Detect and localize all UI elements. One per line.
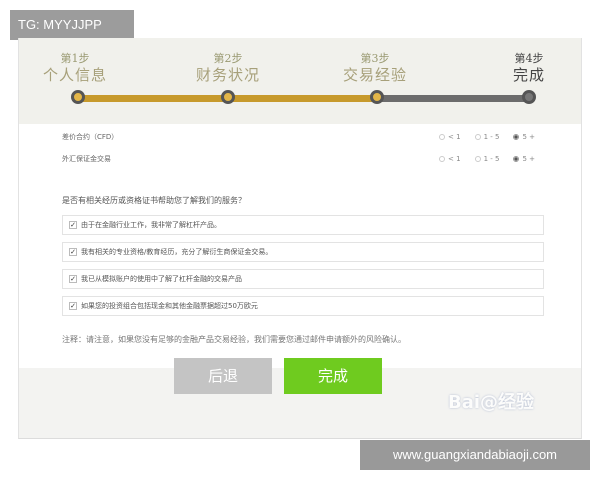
checkbox-portfolio-value[interactable]: ✓ 如果您的投资组合包括现金和其他金融票据超过50万欧元 [62, 296, 544, 316]
step-1-marker [71, 90, 85, 104]
step-1: 第1步 个人信息 [15, 52, 135, 85]
step-1-number: 第1步 [60, 52, 90, 65]
checkbox-checked-icon[interactable]: ✓ [69, 302, 77, 310]
qualification-question: 是否有相关经历或资格证书帮助您了解我们的服务？ [62, 196, 246, 205]
watermark-tag: TG: MYYJJPP [10, 10, 134, 40]
step-3-marker [370, 90, 384, 104]
finish-button[interactable]: 完成 [284, 358, 382, 394]
checkbox-finance-industry[interactable]: ✓ 由于在金融行业工作，我非常了解杠杆产品。 [62, 215, 544, 235]
cfd-option-1-5[interactable]: 1 - 5 [474, 133, 500, 141]
option-label: < 1 [448, 155, 461, 163]
radio-icon[interactable] [439, 134, 446, 140]
radio-icon[interactable] [439, 156, 446, 162]
radio-icon[interactable] [474, 134, 481, 140]
step-1-name: 个人信息 [42, 66, 107, 84]
cfd-option-5plus[interactable]: 5 + [513, 133, 535, 141]
risk-note: 注释：请注意，如果您没有足够的金融产品交易经验，我们需要您通过邮件申请额外的风险… [62, 335, 406, 344]
checkbox-demo-account[interactable]: ✓ 我已从模拟账户的使用中了解了杠杆金融的交易产品 [62, 269, 544, 289]
step-2-marker [221, 90, 235, 104]
option-label: 5 + [522, 133, 535, 141]
cfd-experience-options: < 1 1 - 5 5 + [439, 133, 535, 141]
checkbox-checked-icon[interactable]: ✓ [69, 275, 77, 283]
progress-track-remaining [378, 95, 530, 102]
option-label: < 1 [448, 133, 461, 141]
checkbox-label: 我有相关的专业资格/教育经历，充分了解衍生商保证金交易。 [81, 248, 273, 256]
step-4: 第4步 完成 [469, 52, 589, 85]
checkbox-professional-qualification[interactable]: ✓ 我有相关的专业资格/教育经历，充分了解衍生商保证金交易。 [62, 242, 544, 262]
checkbox-checked-icon[interactable]: ✓ [69, 221, 77, 229]
forex-option-5plus[interactable]: 5 + [513, 155, 535, 163]
step-3-name: 交易经验 [342, 66, 407, 84]
step-4-marker [522, 90, 536, 104]
step-4-name: 完成 [512, 66, 545, 84]
checkbox-checked-icon[interactable]: ✓ [69, 248, 77, 256]
forex-experience-label: 外汇保证金交易 [62, 155, 111, 163]
baidu-watermark-logo: Bai@经验 [448, 392, 535, 413]
back-button[interactable]: 后退 [174, 358, 272, 394]
forex-option-lt1[interactable]: < 1 [439, 155, 461, 163]
forex-option-1-5[interactable]: 1 - 5 [474, 155, 500, 163]
step-2-name: 财务状况 [195, 66, 260, 84]
step-3: 第3步 交易经验 [315, 52, 435, 85]
cfd-option-lt1[interactable]: < 1 [439, 133, 461, 141]
option-label: 1 - 5 [483, 155, 500, 163]
radio-icon[interactable] [474, 156, 481, 162]
option-label: 1 - 5 [483, 133, 500, 141]
step-progress: 第1步 个人信息 第2步 财务状况 第3步 交易经验 第4步 完成 [19, 38, 581, 124]
step-2: 第2步 财务状况 [168, 52, 288, 85]
url-watermark: www.guangxiandabiaoji.com [360, 440, 590, 470]
option-label: 5 + [522, 155, 535, 163]
step-4-number: 第4步 [514, 52, 544, 65]
checkbox-label: 我已从模拟账户的使用中了解了杠杆金融的交易产品 [81, 275, 242, 283]
step-3-number: 第3步 [360, 52, 390, 65]
radio-selected-icon[interactable] [513, 156, 520, 162]
cfd-experience-label: 差价合约（CFD） [62, 133, 119, 141]
radio-selected-icon[interactable] [513, 134, 520, 140]
step-2-number: 第2步 [213, 52, 243, 65]
checkbox-label: 如果您的投资组合包括现金和其他金融票据超过50万欧元 [81, 302, 258, 310]
checkbox-label: 由于在金融行业工作，我非常了解杠杆产品。 [81, 221, 221, 229]
forex-experience-options: < 1 1 - 5 5 + [439, 155, 535, 163]
